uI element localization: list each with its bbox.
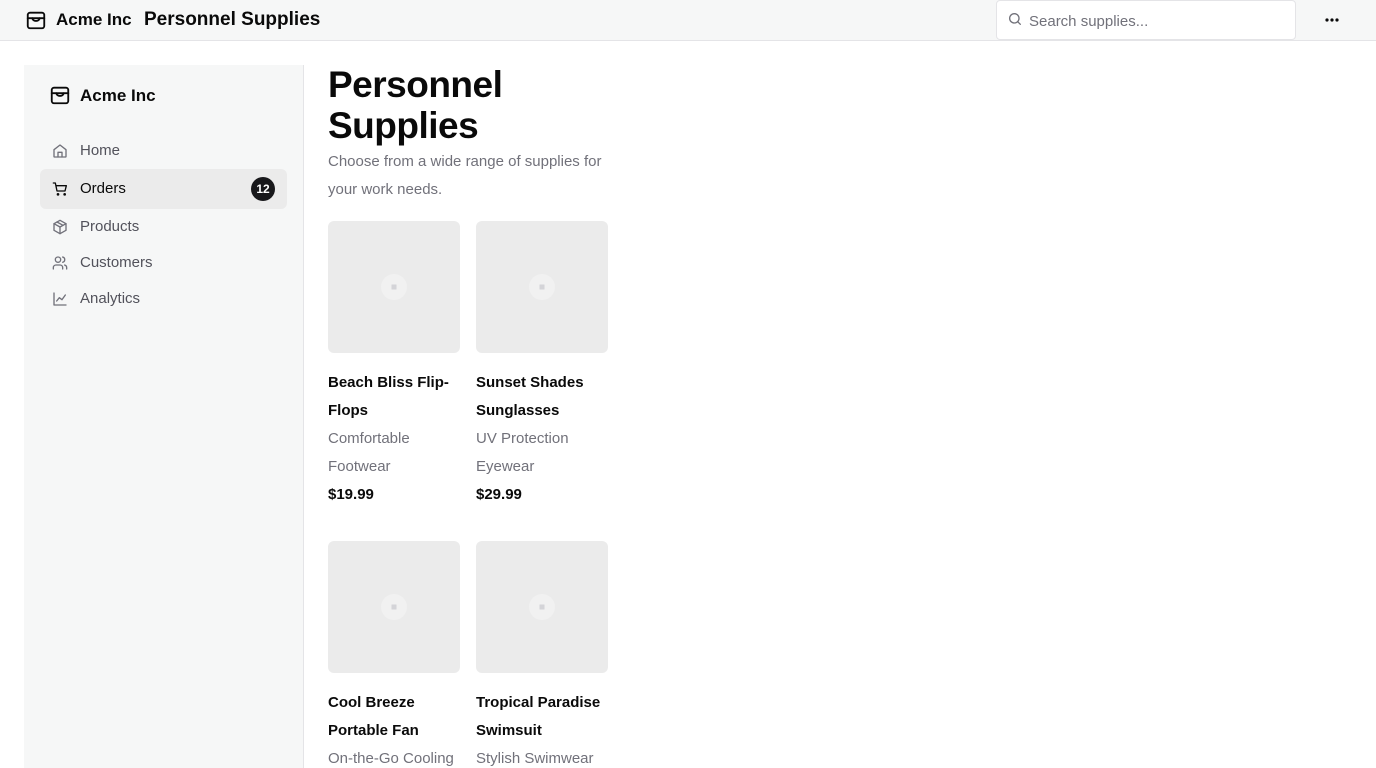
product-name[interactable]: Sunset Shades Sunglasses bbox=[476, 369, 608, 425]
sidebar-item-label: Products bbox=[80, 218, 140, 235]
product-price: $19.99 bbox=[328, 486, 374, 503]
sidebar-brand[interactable]: Acme Inc bbox=[80, 86, 156, 106]
sidebar-item-analytics[interactable]: Analytics bbox=[40, 279, 287, 319]
sidebar-item-products[interactable]: Products bbox=[40, 207, 287, 247]
search-box[interactable] bbox=[996, 0, 1296, 40]
sidebar-item-label: Customers bbox=[80, 254, 153, 271]
image-placeholder-icon bbox=[529, 594, 555, 620]
home-icon bbox=[53, 144, 67, 158]
users-icon bbox=[52, 256, 68, 270]
store-logo-icon[interactable] bbox=[25, 9, 47, 31]
page-subtitle: Choose from a wide range of supplies for… bbox=[328, 153, 602, 198]
sidebar: Acme Inc Home Orders 12 Products Custome… bbox=[24, 65, 304, 768]
top-bar: Acme Inc Personnel Supplies bbox=[0, 0, 1376, 41]
more-options-icon[interactable] bbox=[1320, 10, 1344, 30]
product-image-placeholder[interactable] bbox=[476, 541, 608, 673]
product-image-placeholder[interactable] bbox=[328, 541, 460, 673]
sidebar-item-label: Orders bbox=[80, 180, 126, 197]
product-name[interactable]: Cool Breeze Portable Fan bbox=[328, 689, 460, 745]
sidebar-item-home[interactable]: Home bbox=[40, 131, 287, 171]
product-image-placeholder[interactable] bbox=[476, 221, 608, 353]
product-name[interactable]: Tropical Paradise Swimsuit bbox=[476, 689, 608, 745]
product-description: UV Protection Eyewear bbox=[476, 430, 569, 475]
search-input[interactable] bbox=[1029, 9, 1284, 33]
image-placeholder-icon bbox=[381, 594, 407, 620]
sidebar-item-orders[interactable]: Orders 12 bbox=[40, 169, 287, 209]
image-placeholder-icon bbox=[381, 274, 407, 300]
product-price: $29.99 bbox=[476, 486, 522, 503]
package-icon bbox=[53, 219, 67, 235]
sidebar-item-label: Analytics bbox=[80, 290, 141, 307]
search-icon bbox=[1009, 13, 1021, 25]
header-brand[interactable]: Acme Inc bbox=[56, 10, 132, 30]
product-image-placeholder[interactable] bbox=[328, 221, 460, 353]
product-description: Stylish Swimwear bbox=[476, 750, 594, 767]
image-placeholder-icon bbox=[529, 274, 555, 300]
store-logo-icon[interactable] bbox=[49, 84, 71, 106]
shopping-cart-icon bbox=[52, 182, 67, 196]
page-title: Personnel Supplies bbox=[328, 64, 503, 146]
orders-count-badge: 12 bbox=[251, 177, 275, 201]
product-description: Comfortable Footwear bbox=[328, 430, 410, 475]
product-description: On-the-Go Cooling bbox=[328, 750, 454, 767]
header-page-title: Personnel Supplies bbox=[144, 9, 321, 30]
product-name[interactable]: Beach Bliss Flip-Flops bbox=[328, 369, 460, 425]
sidebar-item-label: Home bbox=[80, 142, 121, 159]
sidebar-item-customers[interactable]: Customers bbox=[40, 243, 287, 283]
line-chart-icon bbox=[53, 292, 67, 306]
